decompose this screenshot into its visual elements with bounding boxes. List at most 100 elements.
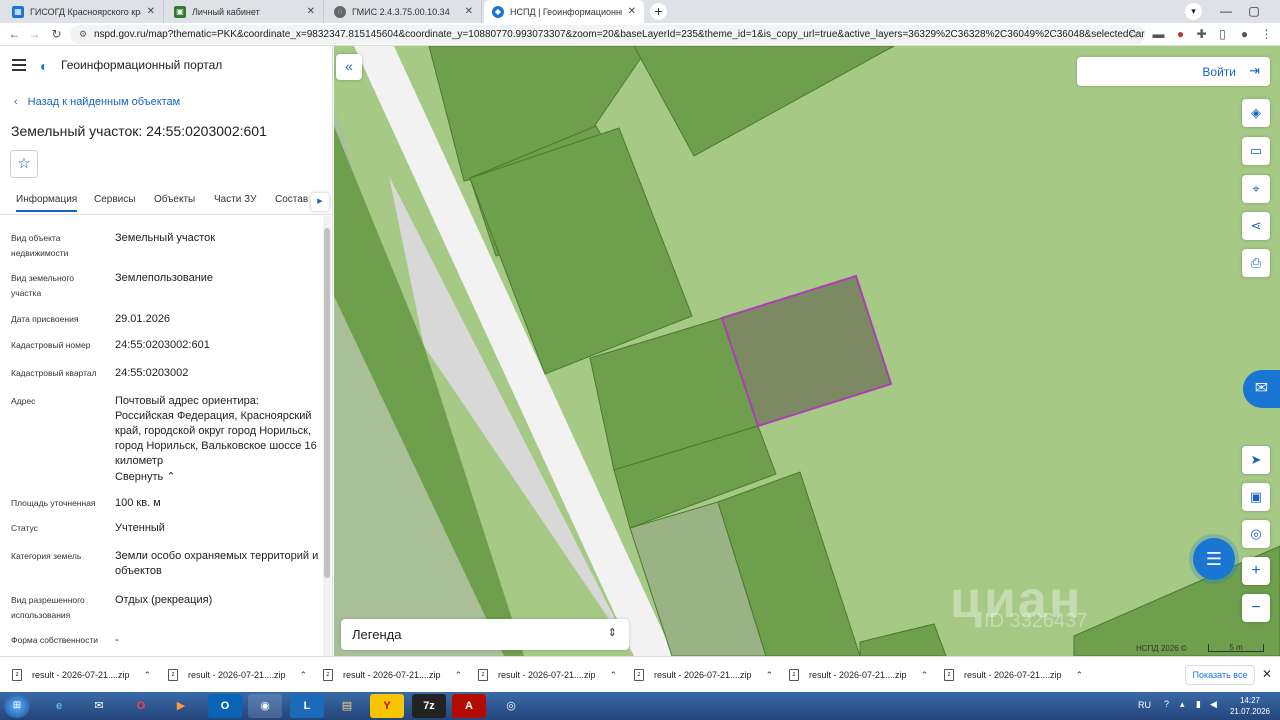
language-indicator[interactable]: RU: [1138, 700, 1151, 710]
maximize-icon[interactable]: ▢: [1240, 0, 1268, 23]
download-item[interactable]: z result - 2026-07-21....zip ⌃: [634, 657, 773, 693]
portal-header: ◐ Геоинформационный портал: [0, 46, 332, 86]
download-item[interactable]: z result - 2026-07-21....zip ⌃: [168, 657, 307, 693]
navigate-icon[interactable]: ➤: [1242, 446, 1270, 474]
app-icon[interactable]: ◎: [494, 694, 528, 718]
downloads-bar: z result - 2026-07-21....zip ⌃ z result - 2…: [0, 656, 1280, 692]
back-arrow-icon[interactable]: ←: [6, 26, 23, 43]
reload-icon[interactable]: ↻: [48, 26, 65, 43]
close-icon[interactable]: ✕: [628, 6, 636, 17]
tab-objects[interactable]: Объекты: [154, 194, 195, 205]
object-title: Земельный участок: 24:55:0203002:601: [11, 123, 267, 139]
show-all-downloads-button[interactable]: Показать все: [1185, 665, 1255, 685]
volume-icon[interactable]: ◀: [1210, 699, 1217, 710]
download-item[interactable]: z result - 2026-07-21....zip ⌃: [944, 657, 1083, 693]
yandex-icon[interactable]: Y: [370, 694, 404, 718]
site-info-icon[interactable]: ⚙: [79, 25, 87, 44]
my-location-icon[interactable]: ◎: [1242, 520, 1270, 548]
extension-icon[interactable]: ▬: [1150, 26, 1167, 43]
chevron-left-icon: ‹: [14, 96, 18, 108]
download-item[interactable]: z result - 2026-07-21....zip ⌃: [789, 657, 928, 693]
chrome-icon[interactable]: ◉: [248, 694, 282, 718]
chevron-up-icon[interactable]: ⌃: [1076, 670, 1084, 681]
chevron-up-icon[interactable]: ⌃: [455, 670, 463, 681]
new-tab-button[interactable]: +: [650, 3, 667, 20]
profile-icon[interactable]: ●: [1236, 26, 1253, 43]
explorer-folder-icon[interactable]: ▤: [330, 694, 364, 718]
area-select-icon[interactable]: ⌖: [1242, 175, 1270, 203]
lync-icon[interactable]: L: [290, 694, 324, 718]
print-icon[interactable]: ⎙: [1242, 249, 1270, 277]
clock[interactable]: 14:27 21.07.2026: [1225, 695, 1275, 717]
outlook-icon[interactable]: O: [208, 694, 242, 718]
scrollbar-thumb[interactable]: [324, 228, 330, 578]
close-downloads-icon[interactable]: ✕: [1262, 667, 1272, 681]
collapse-link[interactable]: Свернуть ⌃: [115, 470, 320, 485]
opera-icon[interactable]: O: [124, 694, 158, 718]
menu-dots-icon[interactable]: ⋮: [1258, 26, 1275, 43]
share-icon[interactable]: ⋖: [1242, 212, 1270, 240]
chevron-up-icon[interactable]: ⌃: [921, 670, 929, 681]
puzzle-icon[interactable]: ✚: [1193, 26, 1210, 43]
download-item[interactable]: z result - 2026-07-21....zip ⌃: [12, 657, 151, 693]
map-attribution: НСПД 2026 ©: [1136, 644, 1187, 653]
tab-composition[interactable]: Состав: [275, 194, 308, 205]
download-item[interactable]: z result - 2026-07-21....zip ⌃: [478, 657, 617, 693]
tabs-scroll-right-icon[interactable]: ▶: [311, 193, 329, 211]
7zip-icon[interactable]: 7z: [412, 694, 446, 718]
tab-services[interactable]: Сервисы: [94, 194, 135, 205]
windows-taskbar: ⊞ e ✉ O ▶ O ◉ L ▤ Y 7z A ◎ RU ? ▴ ▮ ◀ 14…: [0, 692, 1280, 720]
acrobat-icon[interactable]: A: [452, 694, 486, 718]
browser-tab-nspd[interactable]: ◆ НСПД | Геоинформационный п ✕: [484, 0, 644, 23]
close-icon[interactable]: ✕: [147, 6, 155, 17]
network-icon[interactable]: ▮: [1196, 699, 1201, 710]
help-widget-icon[interactable]: ✉: [1243, 370, 1280, 408]
browser-tab-gisogd[interactable]: ▦ ГИСОГД Красноярского края ✕: [4, 0, 164, 23]
close-icon[interactable]: ✕: [307, 6, 315, 17]
zip-file-icon: z: [323, 669, 333, 681]
back-to-results-link[interactable]: ‹ Назад к найденным объектам: [14, 96, 180, 108]
media-player-icon[interactable]: ▶: [164, 694, 198, 718]
browser-tab-gmis[interactable]: ◌ ГМИС 2.4.3.75.00.10.34 ✕: [326, 0, 482, 23]
address-bar[interactable]: ⚙ nspd.gov.ru/map?thematic=PKK&coordinat…: [70, 25, 1145, 44]
zip-file-icon: z: [634, 669, 644, 681]
parcel: [859, 623, 947, 656]
zoom-out-button[interactable]: −: [1242, 594, 1270, 622]
chevron-up-icon[interactable]: ⌃: [766, 670, 774, 681]
forward-arrow-icon[interactable]: →: [26, 26, 43, 43]
ie-icon[interactable]: e: [42, 694, 76, 718]
ruler-icon[interactable]: ▭: [1242, 137, 1270, 165]
tab-parts[interactable]: Части ЗУ: [214, 194, 256, 205]
close-icon[interactable]: ✕: [465, 6, 473, 17]
chevron-up-icon[interactable]: ⌃: [610, 670, 618, 681]
collapse-sidebar-button[interactable]: «: [336, 54, 362, 80]
portal-title: Геоинформационный портал: [61, 58, 223, 72]
hamburger-menu-icon[interactable]: [12, 59, 26, 71]
help-tray-icon[interactable]: ?: [1164, 699, 1169, 709]
sidepanel-icon[interactable]: ▯: [1214, 26, 1231, 43]
thunderbird-icon[interactable]: ✉: [82, 694, 116, 718]
start-button-icon[interactable]: ⊞: [4, 694, 30, 718]
minimap-icon[interactable]: ▣: [1242, 483, 1270, 511]
layers-icon[interactable]: ◈: [1242, 99, 1270, 127]
tray-expand-icon[interactable]: ▴: [1180, 699, 1185, 710]
chat-bubble-icon[interactable]: ☰: [1193, 538, 1235, 580]
browser-tab-strip: ▦ ГИСОГД Красноярского края ✕ ▣ Личный к…: [0, 0, 1280, 23]
map-canvas[interactable]: циан ID 3326437: [334, 46, 1280, 656]
bookmark-star-icon[interactable]: ☆: [1125, 26, 1142, 43]
chevron-up-icon[interactable]: ⌃: [300, 670, 308, 681]
sidebar-scrollbar[interactable]: [323, 216, 331, 656]
map-icon: ▦: [12, 5, 24, 18]
login-button[interactable]: Войти ⇥: [1077, 57, 1270, 86]
tab-information[interactable]: Информация: [16, 194, 78, 212]
extension-red-icon[interactable]: ●: [1172, 26, 1189, 43]
zoom-in-button[interactable]: +: [1242, 557, 1270, 585]
tab-search-icon[interactable]: ▾: [1185, 3, 1202, 20]
legend-panel[interactable]: Легенда ⇕: [341, 619, 629, 650]
favorite-star-button[interactable]: ☆: [10, 150, 38, 178]
globe-icon: ◌: [334, 5, 346, 18]
chevron-up-icon[interactable]: ⌃: [144, 670, 152, 681]
minimize-icon[interactable]: —: [1212, 0, 1240, 23]
browser-tab-cabinet[interactable]: ▣ Личный кабинет ✕: [166, 0, 324, 23]
download-item[interactable]: z result - 2026-07-21....zip ⌃: [323, 657, 462, 693]
